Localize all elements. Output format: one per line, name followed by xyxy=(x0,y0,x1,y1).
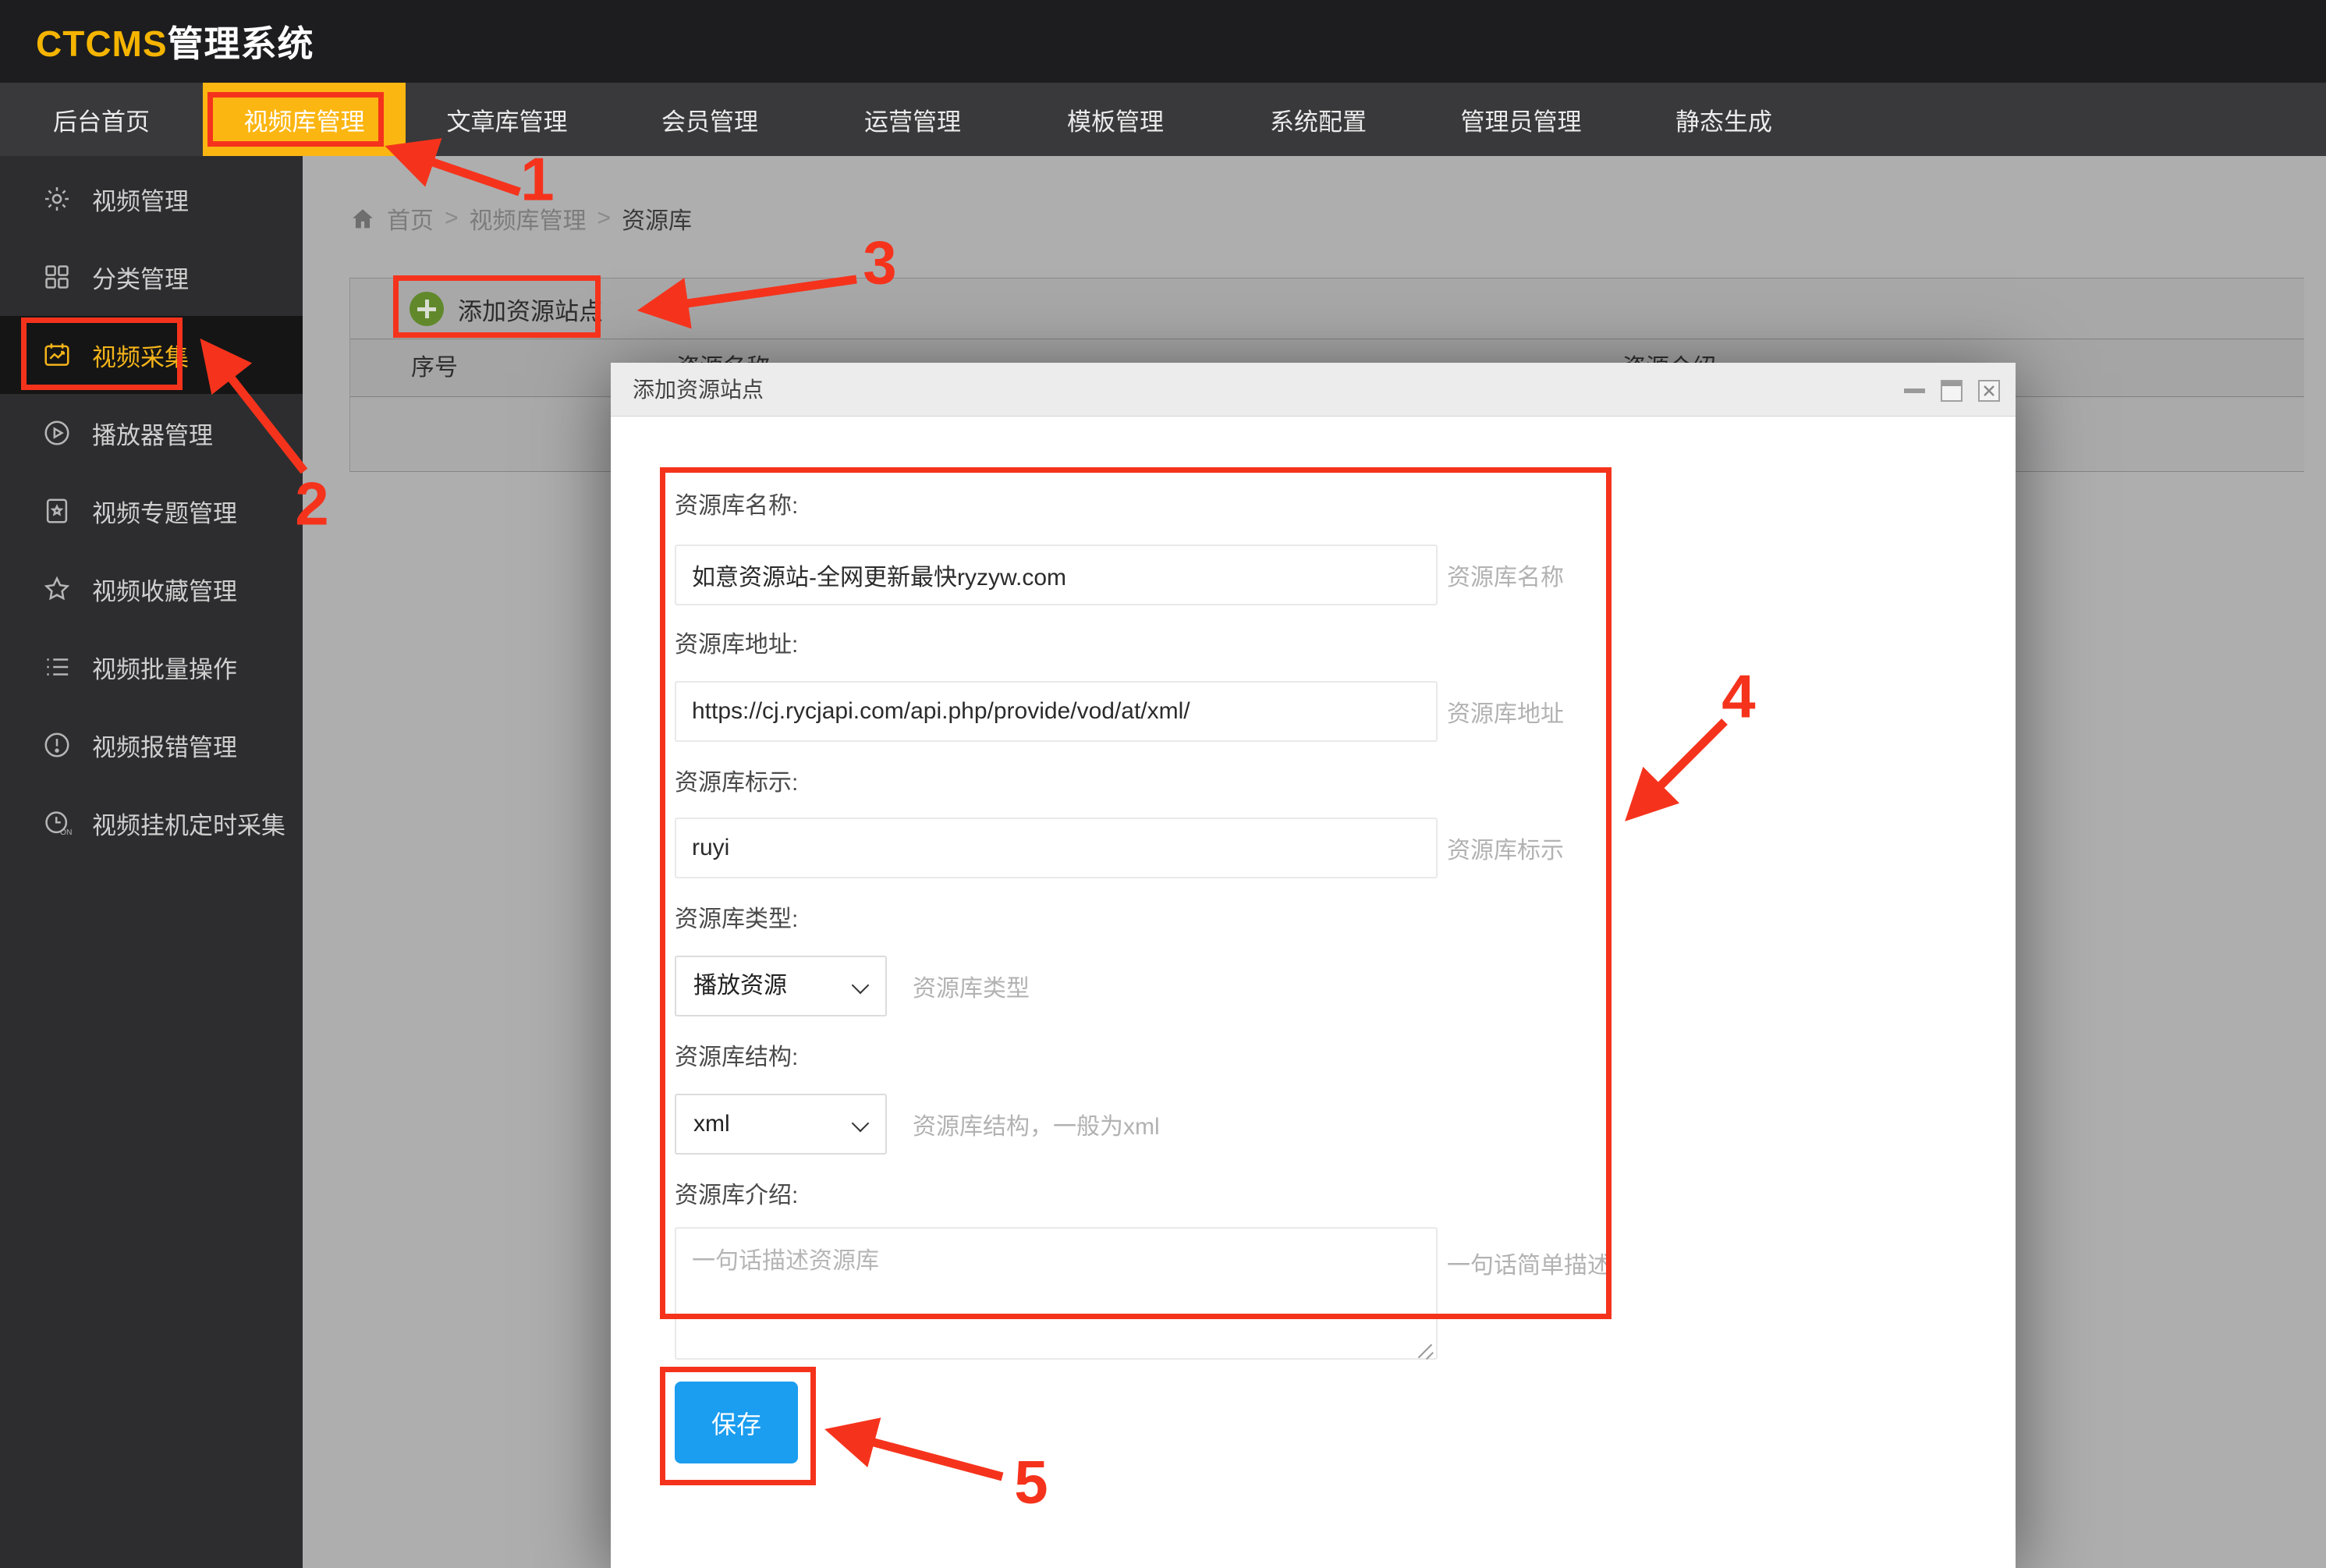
field-label-resource-flag: 资源库标示: xyxy=(675,763,798,797)
close-icon[interactable] xyxy=(1978,380,2000,402)
breadcrumb-current: 资源库 xyxy=(622,201,692,236)
minimize-icon[interactable] xyxy=(1904,388,1925,393)
sidebar-item-favorites-manage[interactable]: 视频收藏管理 xyxy=(0,550,303,628)
field-label-resource-intro: 资源库介绍: xyxy=(675,1176,798,1210)
add-resource-site-button[interactable]: 添加资源站点 xyxy=(410,278,603,339)
sidebar-item-video-collect[interactable]: 视频采集 xyxy=(0,316,303,394)
sidebar-item-label: 分类管理 xyxy=(92,260,189,295)
resource-name-input[interactable] xyxy=(675,545,1438,605)
sidebar-item-label: 视频专题管理 xyxy=(92,494,237,529)
plus-icon xyxy=(410,292,444,326)
resource-intro-textarea[interactable] xyxy=(675,1227,1438,1360)
add-resource-site-modal: 添加资源站点 资源库名称: 资源库名称 资源库地址: 资源库地址 资源库标示: … xyxy=(611,363,2016,1568)
alert-icon xyxy=(42,730,72,760)
resource-url-input[interactable] xyxy=(675,681,1438,742)
sidebar-item-player-manage[interactable]: 播放器管理 xyxy=(0,394,303,472)
grid-icon xyxy=(42,262,72,292)
hint-resource-type: 资源库类型 xyxy=(913,969,1030,1003)
nav-tab-static-gen[interactable]: 静态生成 xyxy=(1622,83,1825,156)
svg-text:ON: ON xyxy=(60,828,72,837)
hint-resource-name: 资源库名称 xyxy=(1447,558,1564,592)
field-label-resource-url: 资源库地址: xyxy=(675,625,798,659)
sidebar-item-video-manage[interactable]: 视频管理 xyxy=(0,160,303,238)
resource-flag-input[interactable] xyxy=(675,818,1438,878)
hint-resource-flag: 资源库标示 xyxy=(1447,831,1564,865)
player-icon xyxy=(42,418,72,448)
nav-tab-home[interactable]: 后台首页 xyxy=(0,83,203,156)
hint-resource-structure: 资源库结构，一般为xml xyxy=(913,1107,1160,1141)
nav-tab-operations[interactable]: 运营管理 xyxy=(811,83,1014,156)
breadcrumb-video-library[interactable]: 视频库管理 xyxy=(470,201,587,236)
gear-icon xyxy=(42,184,72,214)
sidebar-item-error-manage[interactable]: 视频报错管理 xyxy=(0,706,303,784)
nav-tab-article-library[interactable]: 文章库管理 xyxy=(406,83,608,156)
column-header-index: 序号 xyxy=(411,339,458,397)
sidebar-item-timed-collect[interactable]: ON 视频挂机定时采集 xyxy=(0,784,303,862)
save-button[interactable]: 保存 xyxy=(675,1382,798,1463)
sidebar-item-label: 视频批量操作 xyxy=(92,650,237,685)
sidebar-item-label: 视频挂机定时采集 xyxy=(92,806,285,841)
sidebar-item-label: 视频报错管理 xyxy=(92,728,237,763)
breadcrumb-separator: > xyxy=(445,205,459,232)
nav-tab-system-config[interactable]: 系统配置 xyxy=(1217,83,1420,156)
table-toolbar-row: 添加资源站点 xyxy=(350,278,2304,339)
timer-icon: ON xyxy=(42,808,72,838)
sidebar-item-label: 视频管理 xyxy=(92,182,189,217)
sidebar: 视频管理 分类管理 视频采集 播放器管理 视频专题管理 视频收藏管理 视频批量操… xyxy=(0,156,303,1568)
app-logo: CTCMS管理系统 xyxy=(36,16,314,67)
maximize-icon[interactable] xyxy=(1941,380,1963,402)
collect-icon xyxy=(42,340,72,370)
sidebar-item-category-manage[interactable]: 分类管理 xyxy=(0,238,303,316)
nav-tab-members[interactable]: 会员管理 xyxy=(608,83,811,156)
nav-tab-video-library[interactable]: 视频库管理 xyxy=(203,83,406,156)
sidebar-item-label: 播放器管理 xyxy=(92,416,213,451)
hint-resource-intro: 一句话简单描述 xyxy=(1447,1246,1611,1280)
breadcrumb: 首页 > 视频库管理 > 资源库 xyxy=(349,201,692,236)
hint-resource-url: 资源库地址 xyxy=(1447,694,1564,729)
resource-structure-select[interactable]: xml xyxy=(675,1094,887,1155)
field-label-resource-structure: 资源库结构: xyxy=(675,1038,798,1072)
home-icon xyxy=(349,206,376,231)
breadcrumb-separator: > xyxy=(597,205,612,232)
nav-tab-admins[interactable]: 管理员管理 xyxy=(1420,83,1622,156)
star-icon xyxy=(42,574,72,604)
modal-titlebar: 添加资源站点 xyxy=(611,363,2016,417)
resource-type-select[interactable]: 播放资源 xyxy=(675,956,887,1016)
screen: CTCMS管理系统 后台首页 视频库管理 文章库管理 会员管理 运营管理 模板管… xyxy=(0,0,2326,1568)
resource-type-value: 播放资源 xyxy=(693,957,787,1015)
main-nav: 后台首页 视频库管理 文章库管理 会员管理 运营管理 模板管理 系统配置 管理员… xyxy=(0,83,2326,156)
breadcrumb-home[interactable]: 首页 xyxy=(387,201,434,236)
sidebar-item-label: 视频采集 xyxy=(92,338,189,373)
resource-structure-value: xml xyxy=(693,1095,730,1153)
logo-suffix: 管理系统 xyxy=(168,23,314,64)
field-label-resource-type: 资源库类型: xyxy=(675,899,798,934)
topic-icon xyxy=(42,496,72,526)
nav-tab-templates[interactable]: 模板管理 xyxy=(1014,83,1217,156)
add-resource-site-label: 添加资源站点 xyxy=(458,292,603,327)
sidebar-item-topic-manage[interactable]: 视频专题管理 xyxy=(0,472,303,550)
top-bar: CTCMS管理系统 xyxy=(0,0,2326,83)
sidebar-item-batch-operations[interactable]: 视频批量操作 xyxy=(0,628,303,706)
sidebar-item-label: 视频收藏管理 xyxy=(92,572,237,607)
modal-title: 添加资源站点 xyxy=(633,363,764,417)
field-label-resource-name: 资源库名称: xyxy=(675,486,798,520)
logo-brand: CTCMS xyxy=(36,23,168,64)
list-icon xyxy=(42,652,72,682)
